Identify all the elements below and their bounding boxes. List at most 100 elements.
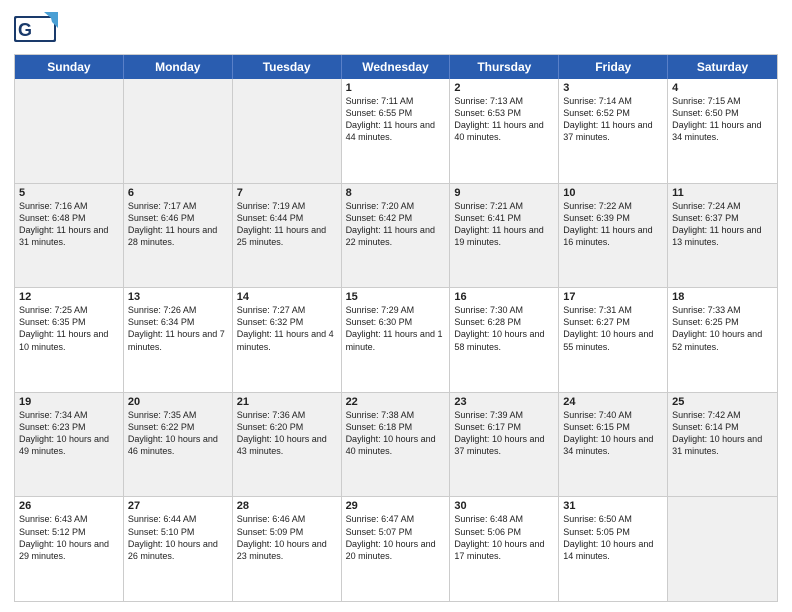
calendar-cell: 21Sunrise: 7:36 AM Sunset: 6:20 PM Dayli…: [233, 393, 342, 497]
header-day-thursday: Thursday: [450, 55, 559, 79]
calendar-row-4: 19Sunrise: 7:34 AM Sunset: 6:23 PM Dayli…: [15, 392, 777, 497]
calendar-cell: 20Sunrise: 7:35 AM Sunset: 6:22 PM Dayli…: [124, 393, 233, 497]
cell-info: Sunrise: 7:26 AM Sunset: 6:34 PM Dayligh…: [128, 304, 228, 353]
cell-info: Sunrise: 7:31 AM Sunset: 6:27 PM Dayligh…: [563, 304, 663, 353]
calendar-cell: 31Sunrise: 6:50 AM Sunset: 5:05 PM Dayli…: [559, 497, 668, 601]
day-number: 29: [346, 500, 446, 512]
header-day-saturday: Saturday: [668, 55, 777, 79]
day-number: 2: [454, 82, 554, 94]
cell-info: Sunrise: 6:46 AM Sunset: 5:09 PM Dayligh…: [237, 513, 337, 562]
day-number: 1: [346, 82, 446, 94]
page: G SundayMondayTuesdayWednesdayThursdayFr…: [0, 0, 792, 612]
day-number: 14: [237, 291, 337, 303]
day-number: 31: [563, 500, 663, 512]
day-number: 22: [346, 396, 446, 408]
calendar-header: SundayMondayTuesdayWednesdayThursdayFrid…: [15, 55, 777, 79]
calendar-cell: 1Sunrise: 7:11 AM Sunset: 6:55 PM Daylig…: [342, 79, 451, 183]
calendar: SundayMondayTuesdayWednesdayThursdayFrid…: [14, 54, 778, 602]
cell-info: Sunrise: 7:19 AM Sunset: 6:44 PM Dayligh…: [237, 200, 337, 249]
header: G: [14, 10, 778, 48]
calendar-cell: 23Sunrise: 7:39 AM Sunset: 6:17 PM Dayli…: [450, 393, 559, 497]
day-number: 27: [128, 500, 228, 512]
cell-info: Sunrise: 7:40 AM Sunset: 6:15 PM Dayligh…: [563, 409, 663, 458]
calendar-cell: 28Sunrise: 6:46 AM Sunset: 5:09 PM Dayli…: [233, 497, 342, 601]
calendar-cell: 14Sunrise: 7:27 AM Sunset: 6:32 PM Dayli…: [233, 288, 342, 392]
calendar-cell: 17Sunrise: 7:31 AM Sunset: 6:27 PM Dayli…: [559, 288, 668, 392]
day-number: 19: [19, 396, 119, 408]
header-day-tuesday: Tuesday: [233, 55, 342, 79]
cell-info: Sunrise: 7:38 AM Sunset: 6:18 PM Dayligh…: [346, 409, 446, 458]
svg-text:G: G: [18, 20, 32, 40]
cell-info: Sunrise: 7:20 AM Sunset: 6:42 PM Dayligh…: [346, 200, 446, 249]
cell-info: Sunrise: 7:14 AM Sunset: 6:52 PM Dayligh…: [563, 95, 663, 144]
day-number: 30: [454, 500, 554, 512]
day-number: 6: [128, 187, 228, 199]
calendar-cell: 5Sunrise: 7:16 AM Sunset: 6:48 PM Daylig…: [15, 184, 124, 288]
calendar-cell: 22Sunrise: 7:38 AM Sunset: 6:18 PM Dayli…: [342, 393, 451, 497]
day-number: 18: [672, 291, 773, 303]
day-number: 3: [563, 82, 663, 94]
header-day-monday: Monday: [124, 55, 233, 79]
day-number: 4: [672, 82, 773, 94]
cell-info: Sunrise: 7:29 AM Sunset: 6:30 PM Dayligh…: [346, 304, 446, 353]
logo-icon: G: [14, 10, 58, 48]
day-number: 23: [454, 396, 554, 408]
calendar-cell: 24Sunrise: 7:40 AM Sunset: 6:15 PM Dayli…: [559, 393, 668, 497]
calendar-cell: 8Sunrise: 7:20 AM Sunset: 6:42 PM Daylig…: [342, 184, 451, 288]
calendar-cell: 19Sunrise: 7:34 AM Sunset: 6:23 PM Dayli…: [15, 393, 124, 497]
cell-info: Sunrise: 7:33 AM Sunset: 6:25 PM Dayligh…: [672, 304, 773, 353]
cell-info: Sunrise: 6:44 AM Sunset: 5:10 PM Dayligh…: [128, 513, 228, 562]
calendar-cell: [15, 79, 124, 183]
header-day-wednesday: Wednesday: [342, 55, 451, 79]
calendar-cell: 25Sunrise: 7:42 AM Sunset: 6:14 PM Dayli…: [668, 393, 777, 497]
calendar-cell: 16Sunrise: 7:30 AM Sunset: 6:28 PM Dayli…: [450, 288, 559, 392]
day-number: 16: [454, 291, 554, 303]
calendar-cell: 6Sunrise: 7:17 AM Sunset: 6:46 PM Daylig…: [124, 184, 233, 288]
day-number: 12: [19, 291, 119, 303]
cell-info: Sunrise: 7:21 AM Sunset: 6:41 PM Dayligh…: [454, 200, 554, 249]
calendar-cell: 10Sunrise: 7:22 AM Sunset: 6:39 PM Dayli…: [559, 184, 668, 288]
calendar-cell: [233, 79, 342, 183]
cell-info: Sunrise: 7:36 AM Sunset: 6:20 PM Dayligh…: [237, 409, 337, 458]
cell-info: Sunrise: 7:15 AM Sunset: 6:50 PM Dayligh…: [672, 95, 773, 144]
calendar-cell: [124, 79, 233, 183]
calendar-cell: 27Sunrise: 6:44 AM Sunset: 5:10 PM Dayli…: [124, 497, 233, 601]
cell-info: Sunrise: 7:42 AM Sunset: 6:14 PM Dayligh…: [672, 409, 773, 458]
calendar-cell: 29Sunrise: 6:47 AM Sunset: 5:07 PM Dayli…: [342, 497, 451, 601]
cell-info: Sunrise: 7:16 AM Sunset: 6:48 PM Dayligh…: [19, 200, 119, 249]
day-number: 24: [563, 396, 663, 408]
calendar-row-5: 26Sunrise: 6:43 AM Sunset: 5:12 PM Dayli…: [15, 496, 777, 601]
cell-info: Sunrise: 7:35 AM Sunset: 6:22 PM Dayligh…: [128, 409, 228, 458]
cell-info: Sunrise: 6:43 AM Sunset: 5:12 PM Dayligh…: [19, 513, 119, 562]
cell-info: Sunrise: 7:17 AM Sunset: 6:46 PM Dayligh…: [128, 200, 228, 249]
day-number: 20: [128, 396, 228, 408]
cell-info: Sunrise: 7:24 AM Sunset: 6:37 PM Dayligh…: [672, 200, 773, 249]
calendar-cell: 2Sunrise: 7:13 AM Sunset: 6:53 PM Daylig…: [450, 79, 559, 183]
cell-info: Sunrise: 6:48 AM Sunset: 5:06 PM Dayligh…: [454, 513, 554, 562]
day-number: 15: [346, 291, 446, 303]
calendar-row-3: 12Sunrise: 7:25 AM Sunset: 6:35 PM Dayli…: [15, 287, 777, 392]
calendar-body: 1Sunrise: 7:11 AM Sunset: 6:55 PM Daylig…: [15, 79, 777, 601]
calendar-cell: 13Sunrise: 7:26 AM Sunset: 6:34 PM Dayli…: [124, 288, 233, 392]
cell-info: Sunrise: 7:30 AM Sunset: 6:28 PM Dayligh…: [454, 304, 554, 353]
header-day-sunday: Sunday: [15, 55, 124, 79]
cell-info: Sunrise: 7:27 AM Sunset: 6:32 PM Dayligh…: [237, 304, 337, 353]
cell-info: Sunrise: 6:47 AM Sunset: 5:07 PM Dayligh…: [346, 513, 446, 562]
cell-info: Sunrise: 7:22 AM Sunset: 6:39 PM Dayligh…: [563, 200, 663, 249]
day-number: 9: [454, 187, 554, 199]
calendar-cell: 26Sunrise: 6:43 AM Sunset: 5:12 PM Dayli…: [15, 497, 124, 601]
day-number: 7: [237, 187, 337, 199]
calendar-cell: 9Sunrise: 7:21 AM Sunset: 6:41 PM Daylig…: [450, 184, 559, 288]
calendar-cell: 3Sunrise: 7:14 AM Sunset: 6:52 PM Daylig…: [559, 79, 668, 183]
cell-info: Sunrise: 7:34 AM Sunset: 6:23 PM Dayligh…: [19, 409, 119, 458]
calendar-cell: [668, 497, 777, 601]
calendar-cell: 18Sunrise: 7:33 AM Sunset: 6:25 PM Dayli…: [668, 288, 777, 392]
day-number: 26: [19, 500, 119, 512]
day-number: 28: [237, 500, 337, 512]
header-day-friday: Friday: [559, 55, 668, 79]
day-number: 17: [563, 291, 663, 303]
day-number: 25: [672, 396, 773, 408]
day-number: 5: [19, 187, 119, 199]
calendar-cell: 7Sunrise: 7:19 AM Sunset: 6:44 PM Daylig…: [233, 184, 342, 288]
day-number: 13: [128, 291, 228, 303]
